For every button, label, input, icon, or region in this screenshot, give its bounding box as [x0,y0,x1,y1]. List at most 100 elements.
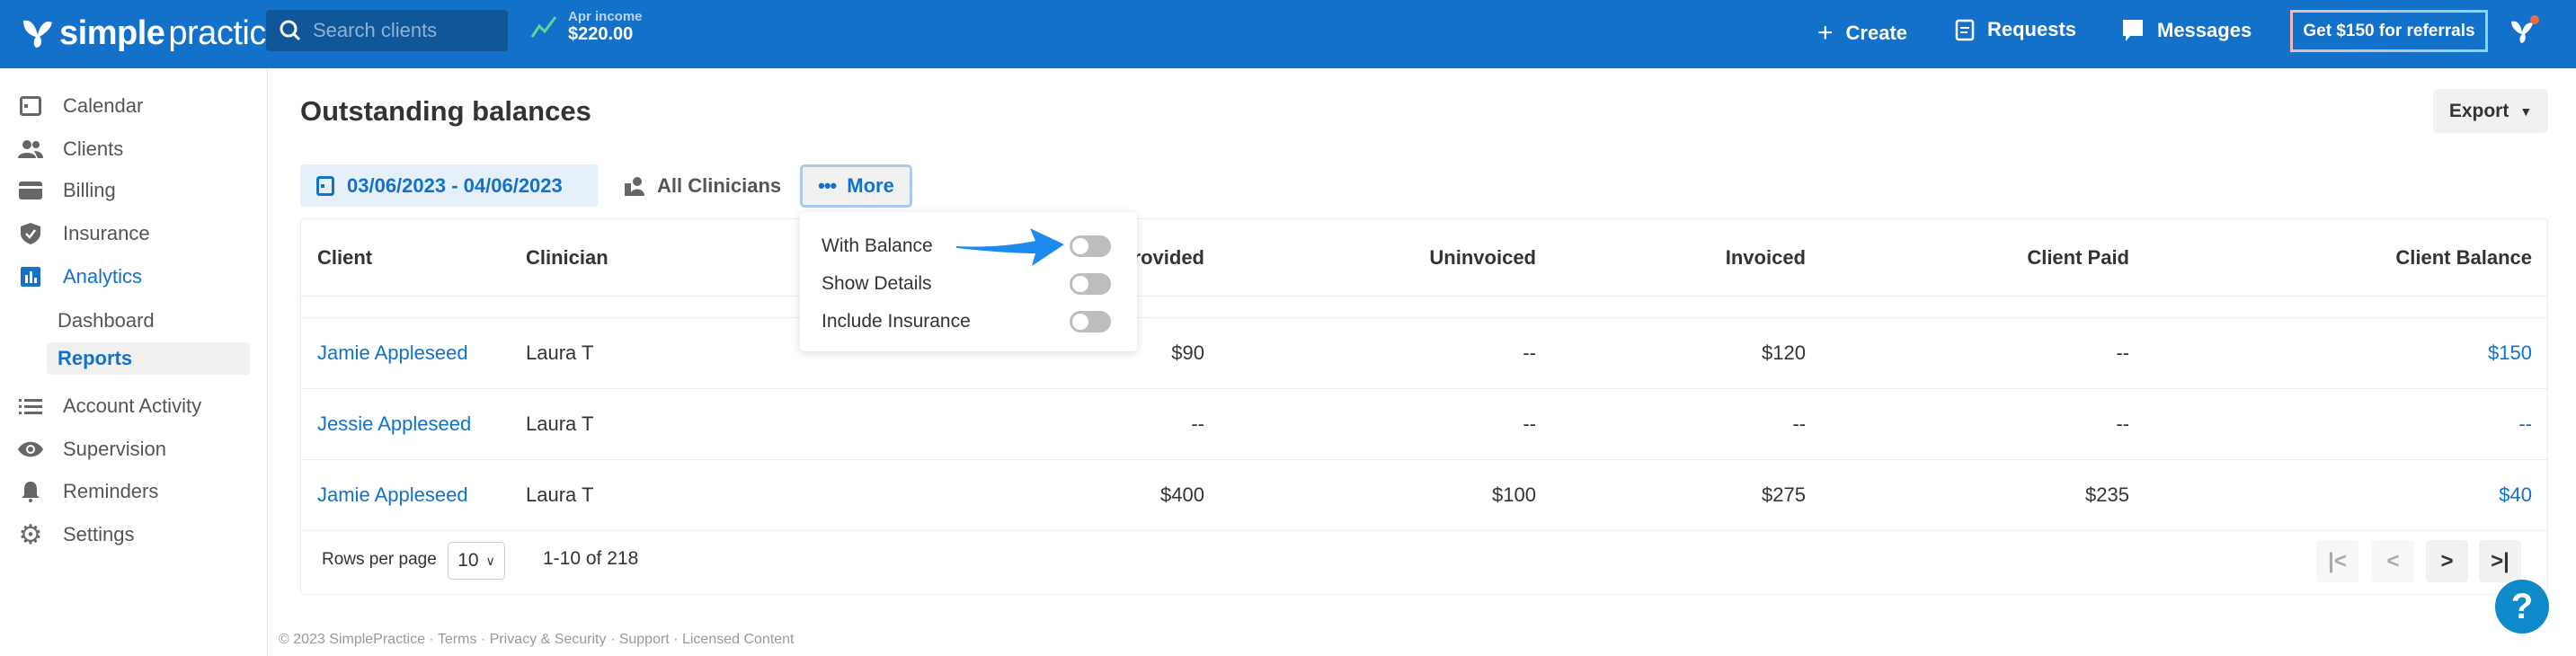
include-insurance-toggle[interactable] [1070,311,1111,332]
butterfly-avatar-icon [2511,15,2539,43]
menu-item-with-balance: With Balance [822,235,933,256]
shield-check-icon [18,221,43,246]
sidebar-item-insurance[interactable]: Insurance [18,221,150,246]
plus-icon: + [1817,18,1834,48]
invoiced-cell: -- [1792,412,1806,435]
footer-links[interactable]: © 2023 SimplePractice · Terms · Privacy … [279,632,795,648]
divider [301,317,2547,318]
provided-cell: -- [1191,412,1204,435]
export-button[interactable]: Export ▼ [2433,89,2548,133]
with-balance-toggle[interactable] [1070,235,1111,257]
uninvoiced-cell: -- [1523,412,1536,435]
chevron-down-icon: ∨ [485,553,495,568]
referral-button[interactable]: Get $150 for referrals [2290,10,2488,52]
chevron-left-icon: < [2386,548,2400,573]
sidebar-item-analytics[interactable]: Analytics [18,264,142,289]
page-title: Outstanding balances [300,95,591,127]
last-page-button[interactable]: >| [2479,540,2521,582]
sidebar-item-supervision[interactable]: Supervision [18,437,166,462]
bar-chart-icon [18,264,43,289]
invoiced-cell: $120 [1762,341,1806,364]
provided-cell: $400 [1160,483,1204,506]
simplepractice-logo[interactable]: simple practice [20,14,285,53]
help-button[interactable]: ? [2495,580,2549,634]
column-header-uninvoiced[interactable]: Uninvoiced [1429,246,1536,270]
bell-icon [18,479,43,504]
column-header-invoiced[interactable]: Invoiced [1726,246,1806,270]
show-details-toggle[interactable] [1070,273,1111,295]
balances-table [300,218,2548,595]
menu-item-show-details: Show Details [822,273,932,294]
clipboard-icon [1955,19,1975,41]
first-page-icon: |< [2328,548,2347,573]
calendar-icon [316,175,334,196]
income-label: Apr income [568,9,643,24]
menu-item-include-insurance: Include Insurance [822,311,971,332]
invoiced-cell: $275 [1762,483,1806,506]
account-avatar[interactable] [2508,13,2540,50]
column-header-client-paid[interactable]: Client Paid [2027,246,2129,270]
clinicians-icon [625,176,644,196]
sidebar-subitem-reports[interactable]: Reports [47,342,250,375]
divider [301,530,2547,531]
client-paid-cell: $235 [2085,483,2129,506]
uninvoiced-cell: -- [1523,341,1536,364]
create-button[interactable]: + Create [1817,18,1907,49]
next-page-button[interactable]: > [2426,540,2468,582]
client-paid-cell: -- [2116,341,2129,364]
annotation-arrow-icon [956,228,1064,266]
sidebar-item-calendar[interactable]: Calendar [18,93,143,119]
sidebar-item-clients[interactable]: Clients [18,137,123,162]
column-header-client[interactable]: Client [317,246,372,270]
first-page-button[interactable]: |< [2316,540,2358,582]
client-balance-link[interactable]: -- [2518,412,2532,436]
credit-card-icon [18,178,43,203]
client-link[interactable]: Jamie Appleseed [317,341,468,365]
sidebar-item-account-activity[interactable]: Account Activity [18,394,201,419]
requests-button[interactable]: Requests [1955,18,2076,41]
top-bar: simplepractice Apr income$220.00 +Create… [0,0,2576,68]
sidebar: Calendar Clients Billing Insurance Analy… [0,68,268,656]
last-page-icon: >| [2491,548,2509,573]
pagination-range: 1-10 of 218 [543,548,639,569]
sidebar-subitem-dashboard[interactable]: Dashboard [47,305,250,337]
previous-page-button[interactable]: < [2372,540,2414,582]
income-widget[interactable]: Apr income $220.00 [530,9,643,45]
clinician-cell: Laura T [526,341,594,364]
rows-per-page-label: Rows per page [322,550,437,569]
divider [301,296,2547,297]
question-icon: ? [2510,586,2534,626]
client-paid-cell: -- [2116,412,2129,435]
provided-cell: $90 [1171,341,1204,364]
client-balance-link[interactable]: $40 [2499,483,2532,507]
chat-bubble-icon [2123,20,2143,41]
client-balance-link[interactable]: $150 [2488,341,2532,365]
ellipsis-icon: ••• [818,174,837,197]
sidebar-item-billing[interactable]: Billing [18,178,116,203]
date-range-filter[interactable]: 03/06/2023 - 04/06/2023 [300,164,598,207]
search-icon [280,20,301,41]
gear-icon: ⚙ [18,519,43,550]
clinician-filter[interactable]: All Clinicians [625,164,781,207]
client-link[interactable]: Jessie Appleseed [317,412,471,436]
messages-button[interactable]: Messages [2121,18,2252,43]
calendar-icon [18,93,43,119]
column-header-clinician[interactable]: Clinician [526,246,608,270]
sidebar-item-settings[interactable]: ⚙ Settings [18,519,135,550]
trend-up-icon [530,16,557,38]
divider [301,388,2547,389]
more-filters-button[interactable]: ••• More [800,164,912,208]
rows-per-page-select[interactable]: 10 ∨ [448,542,505,580]
search-input[interactable] [313,19,493,42]
clinician-cell: Laura T [526,483,594,506]
people-icon [18,137,43,162]
column-header-client-balance[interactable]: Client Balance [2395,246,2532,270]
client-link[interactable]: Jamie Appleseed [317,483,468,507]
search-box[interactable] [266,10,508,51]
uninvoiced-cell: $100 [1492,483,1536,506]
clinician-cell: Laura T [526,412,594,435]
chevron-right-icon: > [2440,548,2454,573]
sidebar-item-reminders[interactable]: Reminders [18,479,158,504]
income-value: $220.00 [568,24,634,44]
divider [301,459,2547,460]
